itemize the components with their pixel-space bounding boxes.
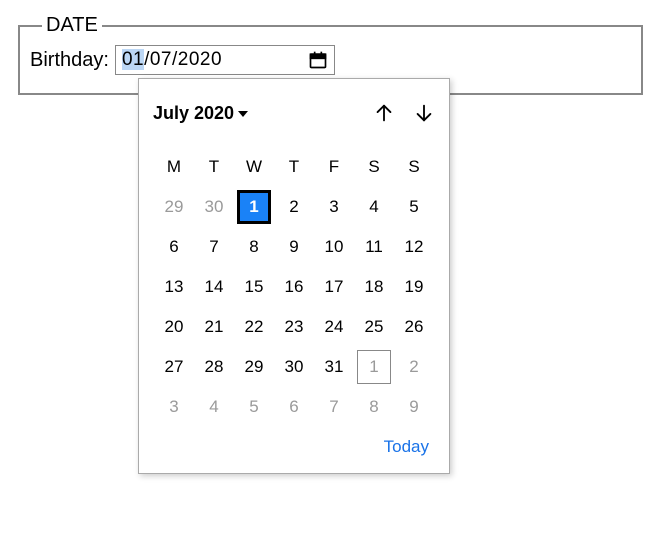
calendar-icon[interactable] [308, 50, 328, 70]
month-year-label: July 2020 [153, 103, 234, 124]
calendar-day[interactable]: 10 [314, 227, 354, 267]
calendar-day[interactable]: 24 [314, 307, 354, 347]
calendar-day[interactable]: 20 [154, 307, 194, 347]
birthday-date-input[interactable]: 01/07/2020 [115, 45, 335, 75]
calendar-day[interactable]: 9 [274, 227, 314, 267]
calendar-day[interactable]: 1 [354, 347, 394, 387]
calendar-day[interactable]: 7 [314, 387, 354, 427]
calendar-day[interactable]: 5 [234, 387, 274, 427]
day-of-week-header: F [314, 147, 354, 187]
calendar-day[interactable]: 3 [314, 187, 354, 227]
calendar-day[interactable]: 29 [234, 347, 274, 387]
calendar-day[interactable]: 30 [194, 187, 234, 227]
calendar-day[interactable]: 28 [194, 347, 234, 387]
calendar-day[interactable]: 5 [394, 187, 434, 227]
calendar-day[interactable]: 25 [354, 307, 394, 347]
calendar-day[interactable]: 22 [234, 307, 274, 347]
calendar-day[interactable]: 18 [354, 267, 394, 307]
calendar-popup: July 2020 MTWTFSS29301234567891011121314… [138, 78, 450, 474]
day-of-week-header: W [234, 147, 274, 187]
calendar-day[interactable]: 1 [234, 187, 274, 227]
date-month-segment[interactable]: 07 [150, 49, 172, 70]
calendar-day[interactable]: 31 [314, 347, 354, 387]
calendar-day[interactable]: 13 [154, 267, 194, 307]
date-day-segment[interactable]: 01 [122, 49, 144, 70]
next-month-button[interactable] [413, 102, 435, 124]
date-text: 01/07/2020 [122, 49, 222, 71]
calendar-day[interactable]: 21 [194, 307, 234, 347]
fieldset-legend: DATE [42, 14, 102, 37]
calendar-day[interactable]: 8 [354, 387, 394, 427]
prev-month-button[interactable] [373, 102, 395, 124]
calendar-day[interactable]: 3 [154, 387, 194, 427]
calendar-day[interactable]: 8 [234, 227, 274, 267]
calendar-day[interactable]: 4 [194, 387, 234, 427]
calendar-day[interactable]: 2 [274, 187, 314, 227]
calendar-day[interactable]: 12 [394, 227, 434, 267]
calendar-day[interactable]: 9 [394, 387, 434, 427]
day-of-week-header: S [394, 147, 434, 187]
calendar-day[interactable]: 23 [274, 307, 314, 347]
month-year-selector[interactable]: July 2020 [153, 103, 248, 124]
calendar-day[interactable]: 29 [154, 187, 194, 227]
calendar-day[interactable]: 6 [274, 387, 314, 427]
day-of-week-header: T [274, 147, 314, 187]
birthday-label: Birthday: [30, 49, 109, 72]
day-of-week-header: S [354, 147, 394, 187]
calendar-day[interactable]: 26 [394, 307, 434, 347]
date-year-segment[interactable]: 2020 [178, 49, 222, 70]
calendar-day[interactable]: 30 [274, 347, 314, 387]
calendar-day[interactable]: 27 [154, 347, 194, 387]
calendar-day[interactable]: 2 [394, 347, 434, 387]
dropdown-caret-icon [238, 111, 248, 117]
calendar-day[interactable]: 15 [234, 267, 274, 307]
calendar-day[interactable]: 16 [274, 267, 314, 307]
calendar-day[interactable]: 11 [354, 227, 394, 267]
calendar-day[interactable]: 6 [154, 227, 194, 267]
calendar-day[interactable]: 4 [354, 187, 394, 227]
calendar-day[interactable]: 17 [314, 267, 354, 307]
calendar-day[interactable]: 14 [194, 267, 234, 307]
today-button[interactable]: Today [153, 427, 435, 463]
calendar-day[interactable]: 7 [194, 227, 234, 267]
day-of-week-header: M [154, 147, 194, 187]
month-nav [373, 102, 435, 124]
calendar-header: July 2020 [153, 93, 435, 133]
calendar-grid: MTWTFSS293012345678910111213141516171819… [153, 147, 435, 427]
day-of-week-header: T [194, 147, 234, 187]
calendar-day[interactable]: 19 [394, 267, 434, 307]
